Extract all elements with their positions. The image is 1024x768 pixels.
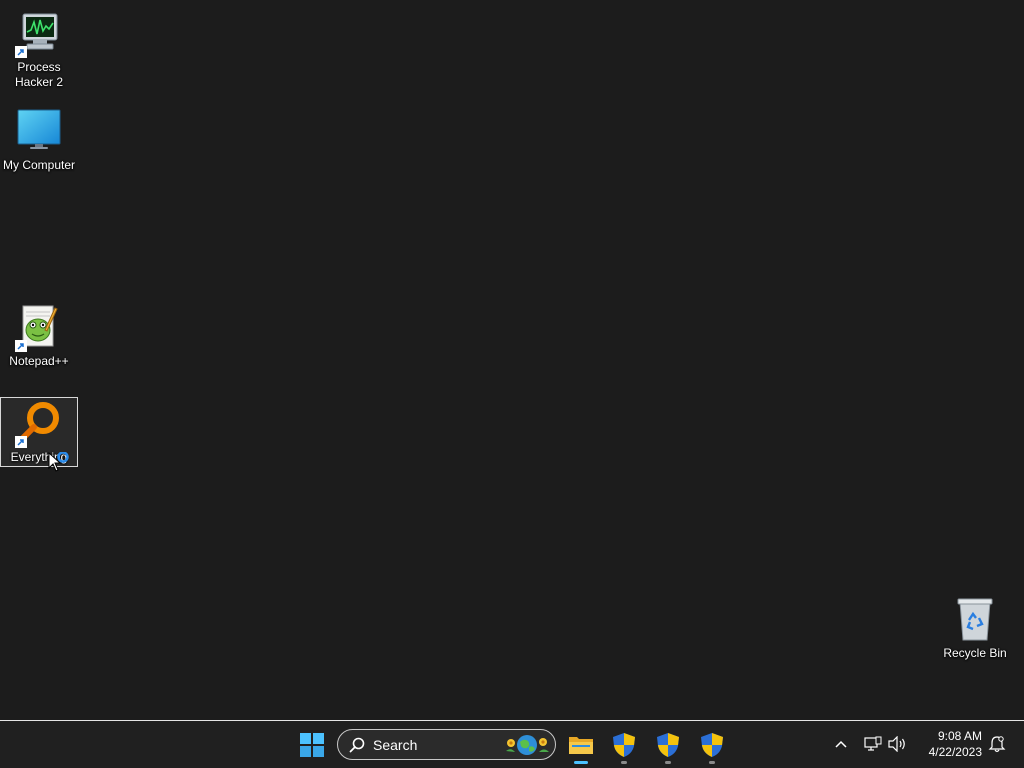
chevron-up-icon <box>835 740 847 748</box>
process-hacker-icon <box>15 10 63 58</box>
desktop-icon-notepad-plus-plus[interactable]: Notepad++ <box>1 304 77 369</box>
uac-shield-icon <box>701 733 723 757</box>
tray-volume-button[interactable] <box>886 733 908 755</box>
taskbar-clock[interactable]: 9:08 AM 4/22/2023 <box>916 728 982 760</box>
mouse-cursor-icon <box>48 451 74 479</box>
shortcut-arrow-icon <box>15 340 27 352</box>
taskbar-shield-app-3[interactable] <box>692 725 732 765</box>
desktop-icon-label: Process Hacker 2 <box>14 60 64 89</box>
network-icon <box>864 736 882 751</box>
tray-notification-button[interactable] <box>986 733 1008 755</box>
shortcut-arrow-icon <box>15 46 27 58</box>
notification-bell-icon <box>988 736 1006 753</box>
tray-network-button[interactable] <box>862 733 884 755</box>
running-indicator <box>621 761 627 764</box>
desktop-icon-process-hacker[interactable]: Process Hacker 2 <box>1 10 77 90</box>
folder-icon <box>569 737 593 754</box>
running-indicator <box>709 761 715 764</box>
notepad-plus-plus-icon <box>15 304 63 352</box>
taskbar-search-box[interactable]: Search <box>337 729 556 760</box>
taskbar-shield-app-1[interactable] <box>604 725 644 765</box>
clock-time: 9:08 AM <box>937 729 982 743</box>
search-highlight-globe-icon <box>506 735 549 755</box>
desktop[interactable]: Process Hacker 2 My Computer Notepad++ E… <box>0 0 1024 720</box>
search-placeholder: Search <box>373 736 418 753</box>
running-indicator <box>665 761 671 764</box>
desktop-icon-label: My Computer <box>2 158 76 172</box>
running-indicator <box>574 761 588 764</box>
start-button[interactable] <box>292 725 332 765</box>
desktop-icon-label: Recycle Bin <box>943 646 1007 660</box>
speaker-icon <box>888 736 905 752</box>
recycle-bin-icon <box>951 596 999 644</box>
tray-overflow-button[interactable] <box>830 733 852 755</box>
desktop-icon-recycle-bin[interactable]: Recycle Bin <box>937 596 1013 661</box>
taskbar-shield-app-2[interactable] <box>648 725 688 765</box>
everything-search-icon <box>15 400 63 448</box>
search-icon <box>349 737 365 752</box>
desktop-icon-label: Notepad++ <box>9 354 69 368</box>
taskbar: Search 9:08 AM 4/22/2023 <box>0 720 1024 768</box>
monitor-icon <box>15 108 63 156</box>
shortcut-arrow-icon <box>15 436 27 448</box>
windows-start-icon <box>300 733 324 757</box>
clock-date: 4/22/2023 <box>928 745 982 759</box>
uac-shield-icon <box>613 733 635 757</box>
taskbar-file-explorer[interactable] <box>561 725 601 765</box>
desktop-icon-my-computer[interactable]: My Computer <box>1 108 77 173</box>
uac-shield-icon <box>657 733 679 757</box>
